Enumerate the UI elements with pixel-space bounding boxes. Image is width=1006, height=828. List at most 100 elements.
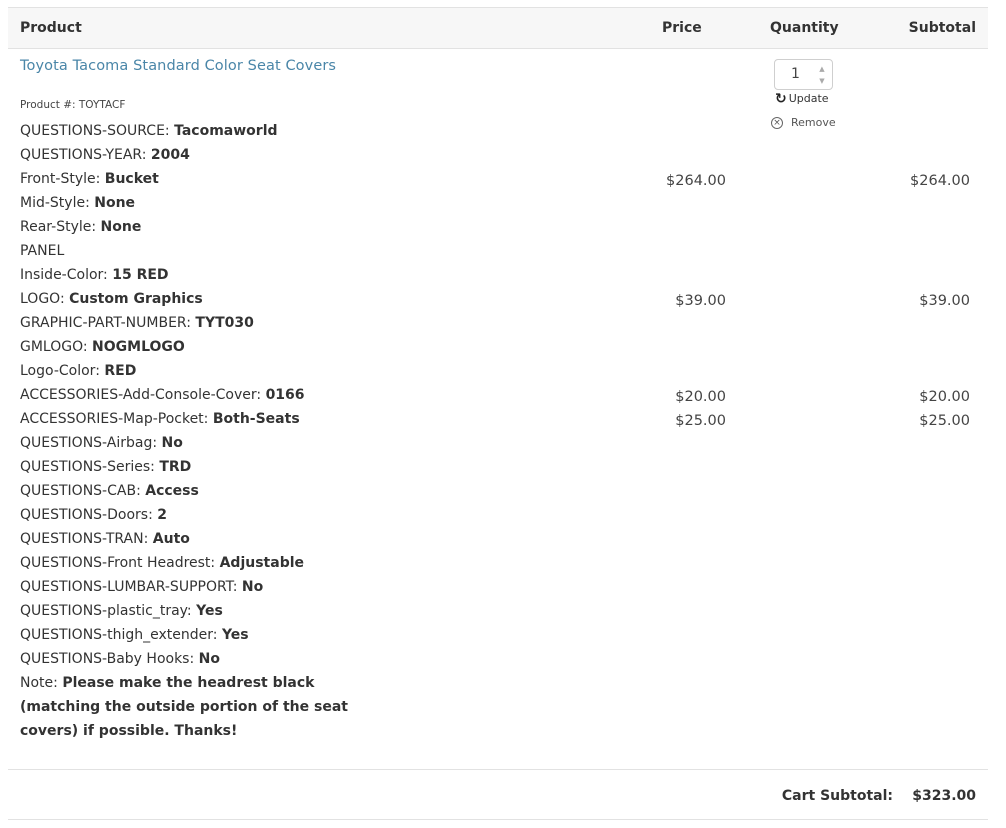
- product-option: GMLOGO: NOGMLOGO: [20, 335, 360, 359]
- header-quantity: Quantity: [770, 20, 839, 36]
- remove-button[interactable]: × Remove: [771, 116, 836, 129]
- option-label: GMLOGO:: [20, 339, 93, 355]
- option-label: QUESTIONS-CAB:: [20, 483, 146, 499]
- product-options-list: QUESTIONS-SOURCE: Tacomaworld QUESTIONS-Y…: [20, 119, 360, 743]
- product-option: QUESTIONS-YEAR: 2004: [20, 143, 360, 167]
- option-label: Rear-Style:: [20, 219, 101, 235]
- option-value: No: [198, 651, 220, 667]
- option-label: QUESTIONS-Series:: [20, 459, 160, 475]
- cart-subtotal-value: $323.00: [912, 788, 976, 804]
- option-value: TYT030: [195, 315, 254, 331]
- option-label: PANEL: [20, 243, 65, 259]
- subtotal-cell: $39.00: [919, 293, 970, 309]
- header-product: Product: [20, 20, 82, 36]
- increment-icon[interactable]: ▲: [818, 65, 826, 73]
- product-number: Product #: TOYTACF: [20, 99, 126, 111]
- option-label: ACCESSORIES-Map-Pocket:: [20, 411, 213, 427]
- refresh-icon: ↻: [775, 90, 787, 107]
- option-label: Front-Style:: [20, 171, 105, 187]
- option-value: Both-Seats: [212, 411, 300, 427]
- option-value: No: [161, 435, 183, 451]
- option-label: Logo-Color:: [20, 363, 105, 379]
- product-option: QUESTIONS-Front Headrest: Adjustable: [20, 551, 360, 575]
- product-option: QUESTIONS-CAB: Access: [20, 479, 360, 503]
- subtotal-cell: $264.00: [910, 173, 970, 189]
- option-value: None: [94, 195, 136, 211]
- note-label: Note:: [20, 675, 63, 691]
- option-value: Bucket: [104, 171, 159, 187]
- header-subtotal: Subtotal: [908, 20, 976, 36]
- decrement-icon[interactable]: ▼: [818, 77, 826, 85]
- product-option: QUESTIONS-Series: TRD: [20, 455, 360, 479]
- subtotal-cell: $25.00: [919, 413, 970, 429]
- option-value: TRD: [159, 459, 192, 475]
- product-option: QUESTIONS-TRAN: Auto: [20, 527, 360, 551]
- option-label: LOGO:: [20, 291, 70, 307]
- price-cell: $25.00: [675, 413, 726, 429]
- table-row: Toyota Tacoma Standard Color Seat Covers…: [8, 49, 988, 769]
- product-option: Front-Style: Bucket: [20, 167, 360, 191]
- price-cell: $20.00: [675, 389, 726, 405]
- option-label: QUESTIONS-Airbag:: [20, 435, 162, 451]
- option-label: GRAPHIC-PART-NUMBER:: [20, 315, 196, 331]
- option-value: 0166: [265, 387, 305, 403]
- subtotal-cell: $20.00: [919, 389, 970, 405]
- cart-table: Product Price Quantity Subtotal Toyota T…: [8, 7, 988, 769]
- option-label: QUESTIONS-YEAR:: [20, 147, 151, 163]
- update-label: Update: [788, 92, 829, 105]
- option-value: RED: [104, 363, 137, 379]
- table-header: Product Price Quantity Subtotal: [8, 7, 988, 49]
- price-cell: $264.00: [666, 173, 726, 189]
- update-button[interactable]: ↻ Update: [775, 90, 829, 107]
- product-option: Inside-Color: 15 RED: [20, 263, 360, 287]
- product-option: QUESTIONS-Airbag: No: [20, 431, 360, 455]
- option-value: Access: [145, 483, 199, 499]
- option-label: QUESTIONS-TRAN:: [20, 531, 153, 547]
- product-option: QUESTIONS-thigh_extender: Yes: [20, 623, 360, 647]
- cart-subtotal-row: Cart Subtotal: $323.00: [8, 769, 988, 820]
- option-value: None: [100, 219, 142, 235]
- note-value: Please make the headrest black (matching…: [20, 675, 348, 739]
- price-cell: $39.00: [675, 293, 726, 309]
- remove-circle-icon: ×: [771, 116, 783, 129]
- header-price: Price: [662, 20, 702, 36]
- option-value: 2: [157, 507, 167, 523]
- option-value: 2004: [150, 147, 190, 163]
- remove-label: Remove: [791, 116, 836, 129]
- option-value: Auto: [152, 531, 190, 547]
- option-label: QUESTIONS-Front Headrest:: [20, 555, 220, 571]
- product-option: PANEL: [20, 239, 360, 263]
- option-label: Mid-Style:: [20, 195, 95, 211]
- option-value: NOGMLOGO: [92, 339, 185, 355]
- cart-subtotal-label: Cart Subtotal:: [781, 788, 893, 804]
- option-label: QUESTIONS-Doors:: [20, 507, 158, 523]
- option-value: 15 RED: [112, 267, 169, 283]
- product-option: Mid-Style: None: [20, 191, 360, 215]
- option-label: QUESTIONS-SOURCE:: [20, 123, 175, 139]
- option-value: Custom Graphics: [69, 291, 203, 307]
- option-label: QUESTIONS-plastic_tray:: [20, 603, 197, 619]
- product-option: ACCESSORIES-Add-Console-Cover: 0166: [20, 383, 360, 407]
- option-value: Yes: [221, 627, 249, 643]
- option-value: Tacomaworld: [174, 123, 278, 139]
- option-value: No: [241, 579, 264, 595]
- option-value: Adjustable: [219, 555, 305, 571]
- quantity-value[interactable]: 1: [791, 66, 800, 82]
- option-label: QUESTIONS-LUMBAR-SUPPORT:: [20, 579, 242, 595]
- order-note: Note: Please make the headrest black (ma…: [20, 671, 360, 743]
- product-option: GRAPHIC-PART-NUMBER: TYT030: [20, 311, 360, 335]
- option-value: Yes: [196, 603, 223, 619]
- product-option: ACCESSORIES-Map-Pocket: Both-Seats: [20, 407, 360, 431]
- product-option: QUESTIONS-SOURCE: Tacomaworld: [20, 119, 360, 143]
- product-option: LOGO: Custom Graphics: [20, 287, 360, 311]
- product-option: QUESTIONS-LUMBAR-SUPPORT: No: [20, 575, 360, 599]
- product-option: Logo-Color: RED: [20, 359, 360, 383]
- product-option: QUESTIONS-Doors: 2: [20, 503, 360, 527]
- product-option: QUESTIONS-Baby Hooks: No: [20, 647, 360, 671]
- option-label: QUESTIONS-Baby Hooks:: [20, 651, 199, 667]
- quantity-stepper[interactable]: 1 ▲ ▼: [774, 59, 833, 90]
- product-title-link[interactable]: Toyota Tacoma Standard Color Seat Covers: [20, 58, 336, 74]
- product-option: Rear-Style: None: [20, 215, 360, 239]
- product-option: QUESTIONS-plastic_tray: Yes: [20, 599, 360, 623]
- option-label: ACCESSORIES-Add-Console-Cover:: [20, 387, 266, 403]
